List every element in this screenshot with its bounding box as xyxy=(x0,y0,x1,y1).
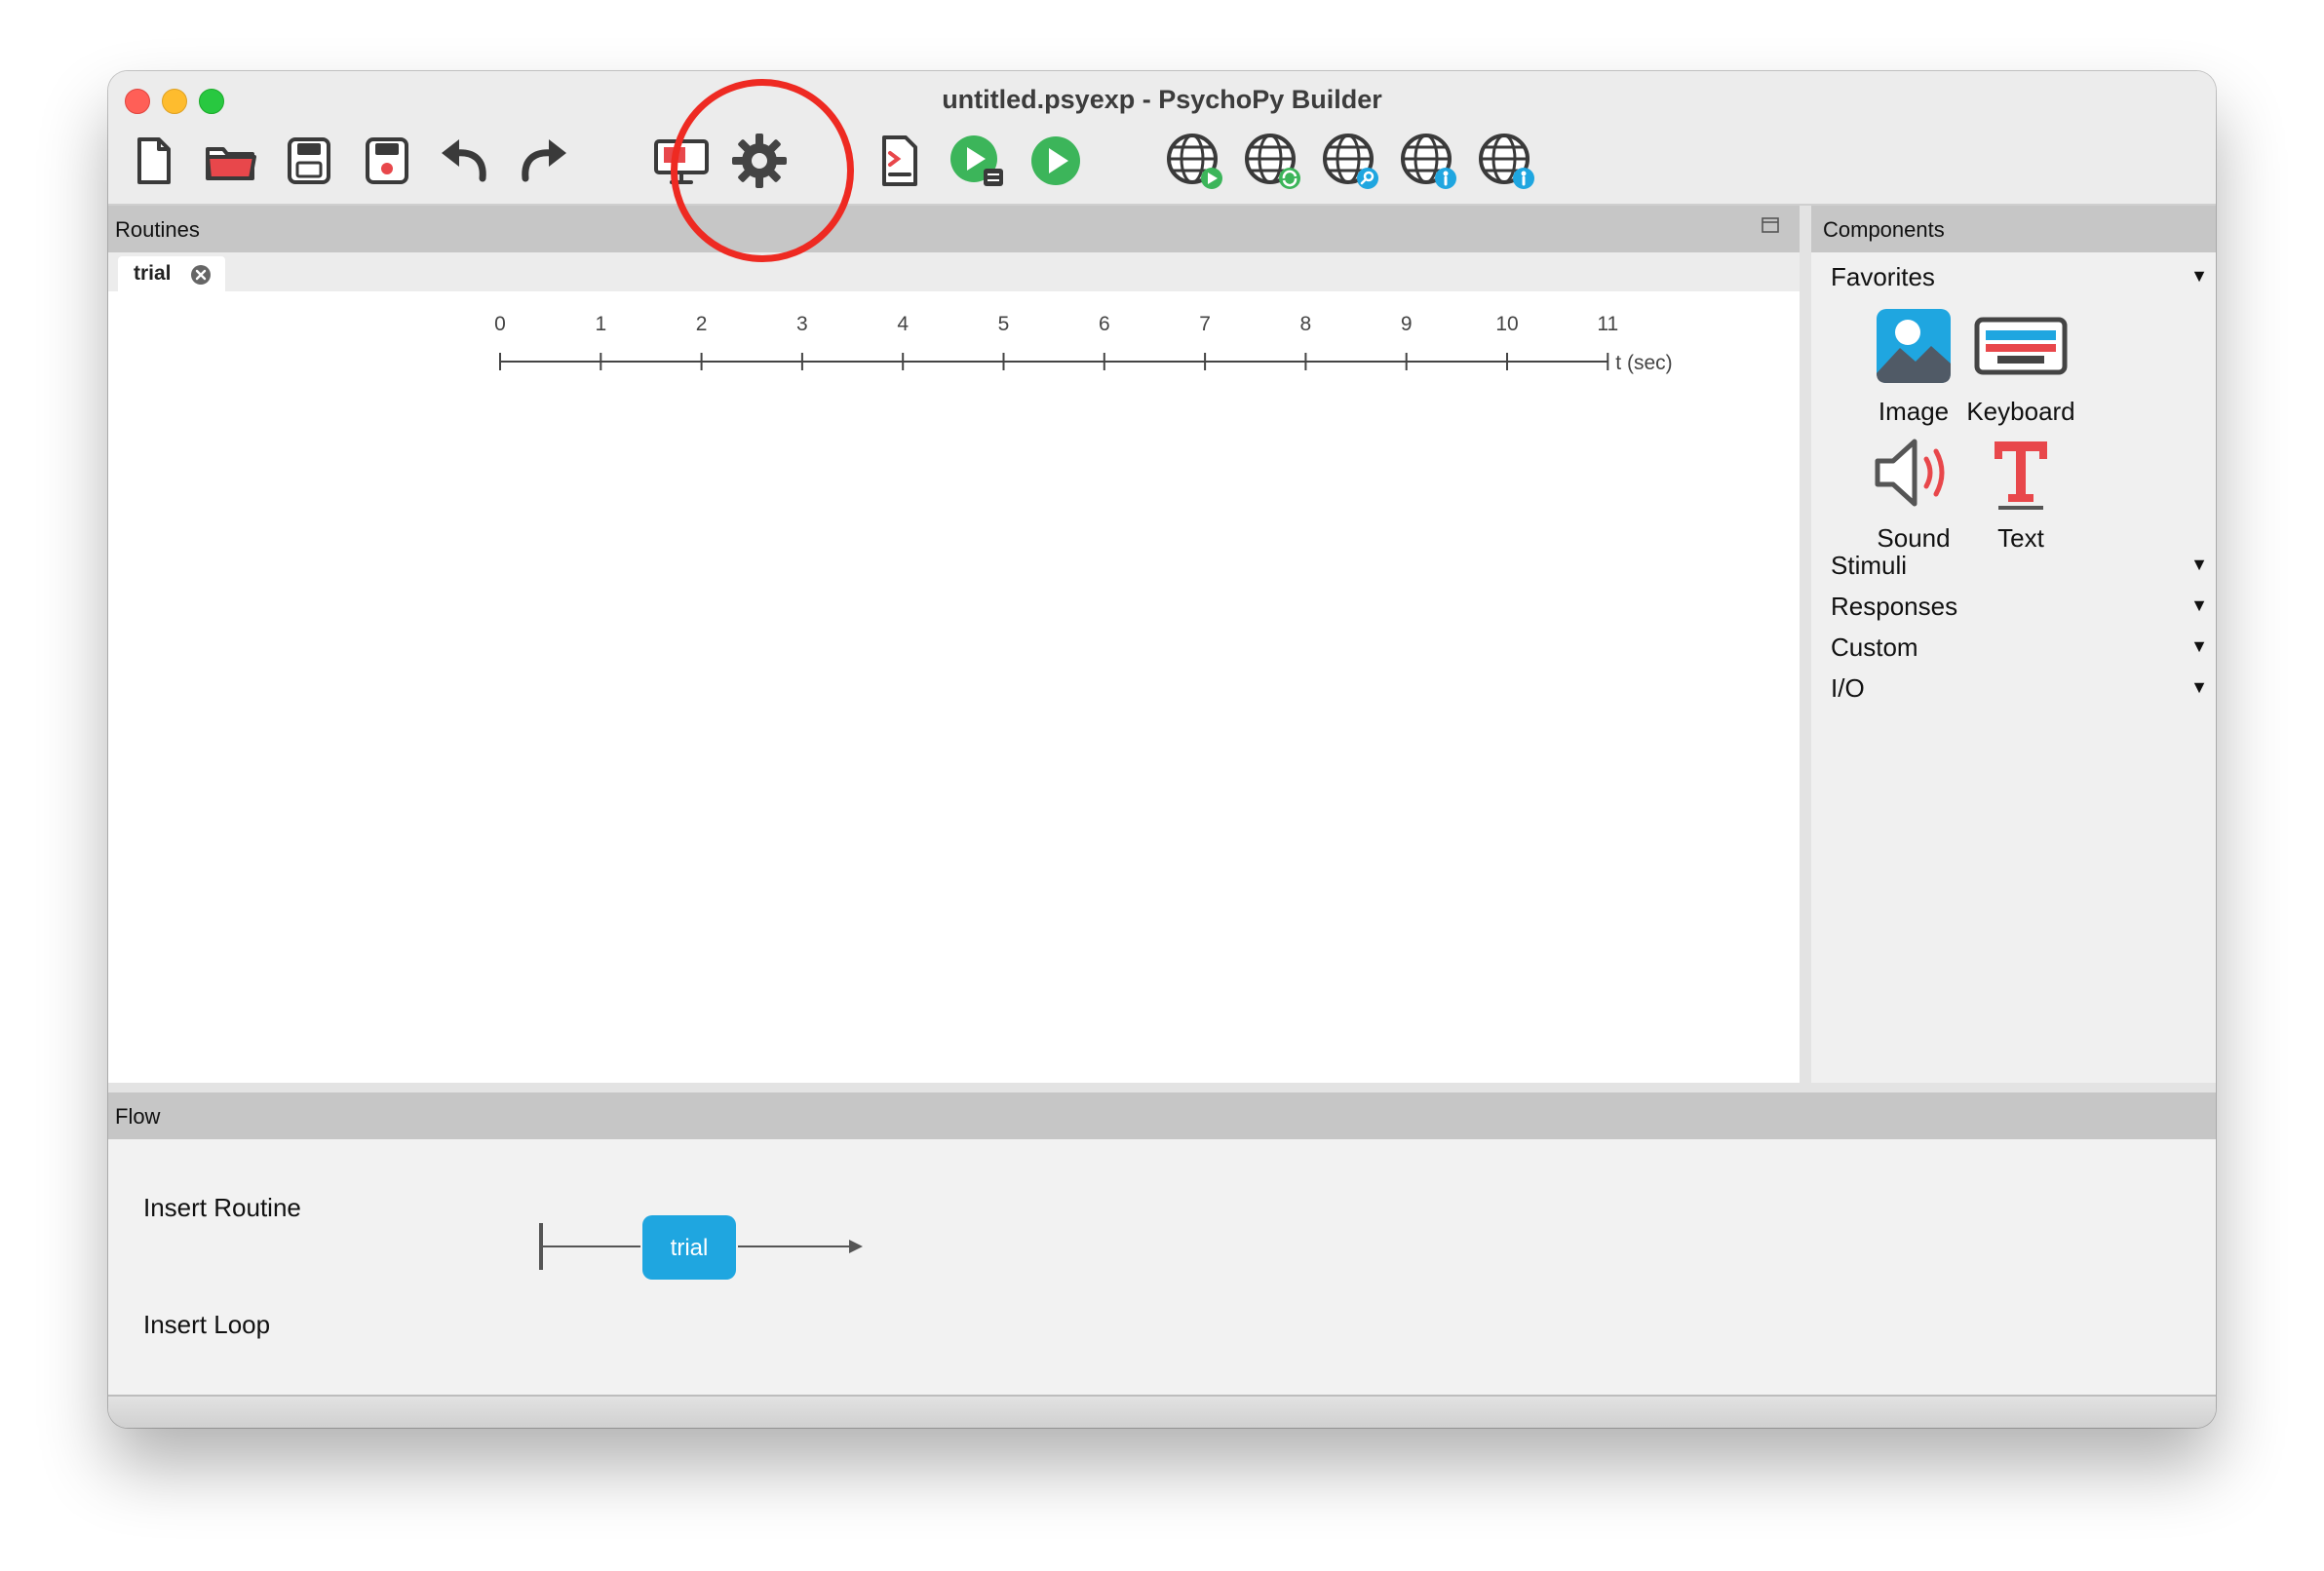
flow-arrow-head xyxy=(849,1240,863,1253)
category-i-o[interactable]: I/O xyxy=(1831,673,1865,704)
keyboard-icon xyxy=(1943,301,2099,391)
monitor-icon xyxy=(654,139,709,184)
timeline-tick-label: 9 xyxy=(1401,313,1413,335)
save-icon xyxy=(288,137,330,184)
category-caret-icon[interactable]: ▼ xyxy=(2190,555,2208,575)
timeline-tick-label: 5 xyxy=(998,313,1010,335)
routine-tabs: trial xyxy=(108,252,1800,291)
component-label: Text xyxy=(1997,523,2044,553)
new-file-button[interactable] xyxy=(122,130,184,192)
save-as-icon xyxy=(366,137,408,184)
tab-trial[interactable]: trial xyxy=(118,256,225,291)
panel-splitter[interactable] xyxy=(1800,206,1811,1083)
timeline-tick-label: 3 xyxy=(796,313,808,335)
flow-panel-header: Flow xyxy=(108,1092,2216,1139)
new-file-icon xyxy=(137,137,171,184)
routine-timeline: 0 1 2 3 4 5 6 7 8 9 10 11 t (sec) xyxy=(494,313,1672,374)
timeline-tick-label: 10 xyxy=(1495,313,1518,335)
text-icon xyxy=(1943,428,2099,517)
redo-icon xyxy=(522,139,566,182)
components-panel-header: Components xyxy=(1811,206,2216,252)
category-favorites[interactable]: Favorites xyxy=(1831,262,1935,292)
timeline-tick-label: 8 xyxy=(1300,313,1312,335)
pavlovia-search-button[interactable] xyxy=(1319,130,1381,192)
pavlovia-info-button[interactable] xyxy=(1475,130,1537,192)
close-tab-icon[interactable] xyxy=(190,264,212,286)
routines-panel-header: Routines xyxy=(108,206,1800,252)
category-stimuli[interactable]: Stimuli xyxy=(1831,551,1907,581)
folder-icon xyxy=(206,147,256,180)
flow-diagram: trial xyxy=(539,1215,863,1280)
flow-routine-trial-label: trial xyxy=(671,1235,709,1261)
undo-icon xyxy=(442,139,486,182)
routine-canvas[interactable]: 0 1 2 3 4 5 6 7 8 9 10 11 t (sec) xyxy=(108,291,1800,1083)
category-caret-icon[interactable]: ▼ xyxy=(2190,595,2208,616)
pavlovia-sync-button[interactable] xyxy=(1241,130,1303,192)
maximize-icon[interactable] xyxy=(1761,215,1780,235)
pavlovia-user-button[interactable] xyxy=(1397,130,1459,192)
play-icon xyxy=(1031,136,1080,185)
routines-header-label: Routines xyxy=(115,217,200,242)
monitor-center-button[interactable] xyxy=(650,130,713,192)
script-icon xyxy=(882,135,917,186)
run-pilot-button[interactable] xyxy=(947,130,1009,192)
save-as-button[interactable] xyxy=(356,130,418,192)
component-label: Keyboard xyxy=(1966,397,2075,426)
category-caret-icon[interactable]: ▼ xyxy=(2190,636,2208,657)
redo-button[interactable] xyxy=(512,130,574,192)
components-header-label: Components xyxy=(1823,217,1945,242)
category-favorites-caret-icon[interactable]: ▼ xyxy=(2190,266,2208,287)
category-caret-icon[interactable]: ▼ xyxy=(2190,677,2208,698)
compile-script-button[interactable] xyxy=(869,130,931,192)
component-keyboard[interactable]: Keyboard xyxy=(1943,301,2099,427)
globe-user-icon xyxy=(1401,134,1456,189)
timeline-tick-label: 11 xyxy=(1597,313,1618,335)
timeline-tick-label: 2 xyxy=(696,313,708,335)
globe-search-icon xyxy=(1323,134,1378,189)
timeline-tick-label: 0 xyxy=(494,313,506,335)
undo-button[interactable] xyxy=(434,130,496,192)
category-responses[interactable]: Responses xyxy=(1831,592,1957,622)
category-favorites-label: Favorites xyxy=(1831,262,1935,291)
flow-splitter[interactable] xyxy=(108,1083,2216,1092)
status-bar xyxy=(108,1395,2216,1428)
timeline-tick-label: 7 xyxy=(1199,313,1211,335)
gear-icon xyxy=(732,134,787,188)
save-button[interactable] xyxy=(278,130,340,192)
psychopy-builder-window: untitled.psyexp - PsychoPy Builder Routi… xyxy=(108,71,2216,1428)
globe-info-icon xyxy=(1479,134,1534,189)
titlebar: untitled.psyexp - PsychoPy Builder xyxy=(108,71,2216,206)
tab-trial-label: trial xyxy=(134,262,172,285)
timeline-tick-label: 4 xyxy=(897,313,909,335)
flow-routine-trial[interactable]: trial xyxy=(642,1215,736,1280)
pilot-icon xyxy=(950,135,1003,186)
globe-sync-icon xyxy=(1245,134,1300,189)
timeline-unit-label: t (sec) xyxy=(1615,352,1672,374)
flow-panel: Insert Routine Insert Loop trial xyxy=(108,1139,2216,1395)
window-title: untitled.psyexp - PsychoPy Builder xyxy=(942,85,1382,114)
pavlovia-run-button[interactable] xyxy=(1163,130,1225,192)
run-button[interactable] xyxy=(1025,130,1087,192)
components-panel: Favorites ▼ Image Keyboard Sound Text Stimuli ▼… xyxy=(1811,252,2216,1083)
experiment-settings-button[interactable] xyxy=(728,130,791,192)
component-text[interactable]: Text xyxy=(1943,428,2099,554)
open-button[interactable] xyxy=(200,130,262,192)
timeline-tick-label: 6 xyxy=(1099,313,1110,335)
timeline-tick-label: 1 xyxy=(595,313,606,335)
flow-header-label: Flow xyxy=(115,1104,161,1129)
globe-play-icon xyxy=(1167,134,1222,189)
category-custom[interactable]: Custom xyxy=(1831,632,1918,663)
